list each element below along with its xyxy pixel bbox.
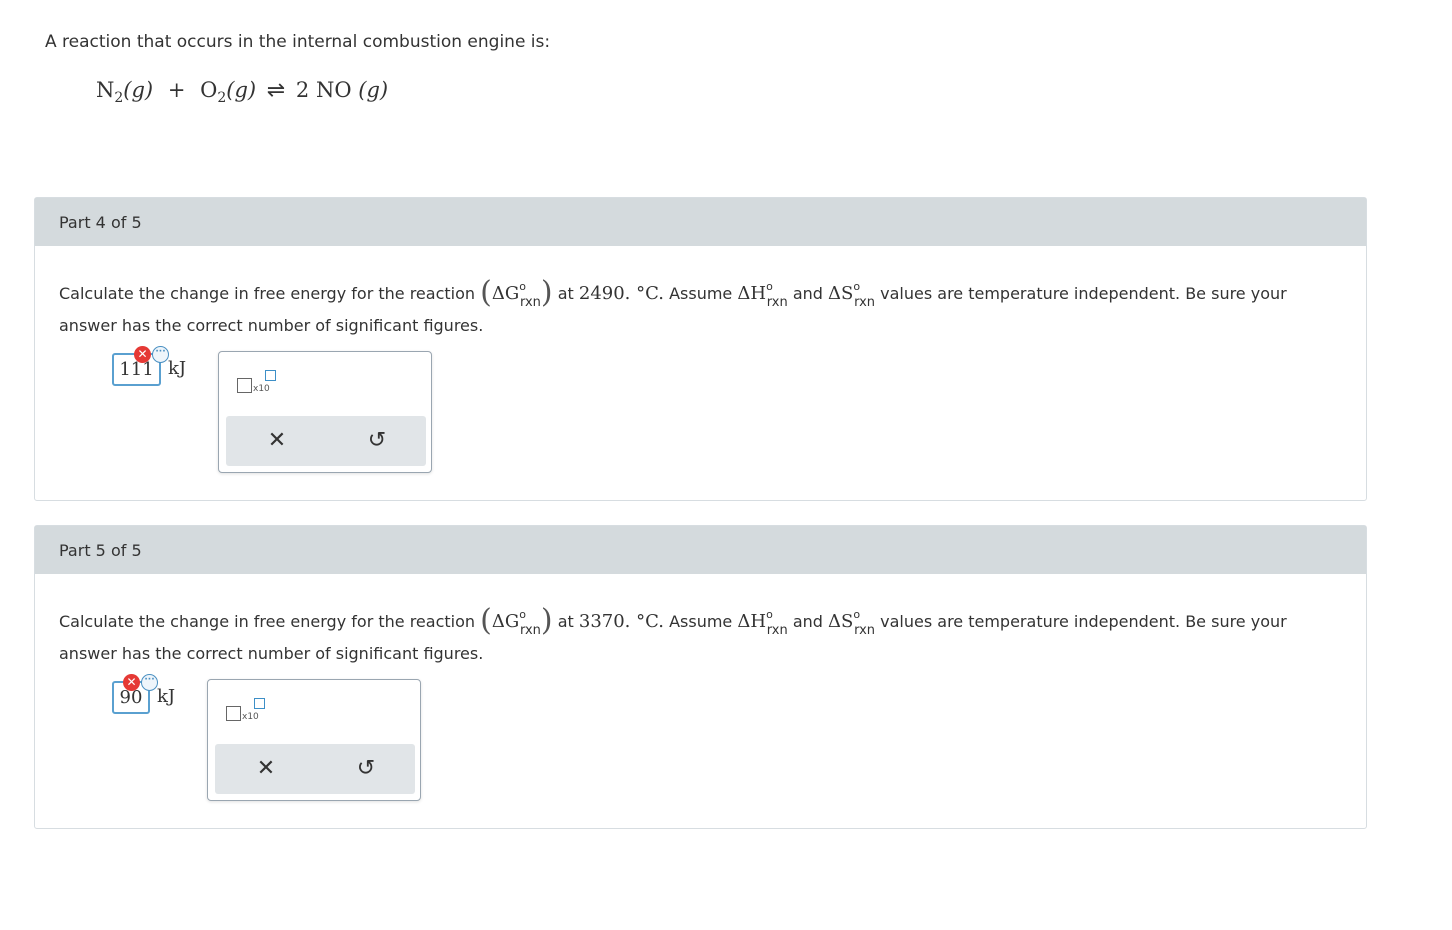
more-options-icon[interactable]: ··· — [152, 346, 169, 363]
unit-label: kJ — [157, 686, 176, 707]
undo-button[interactable]: ↺ — [362, 428, 392, 454]
math-toolbox: x10 ✕ ↺ — [218, 351, 432, 473]
clear-button[interactable]: ✕ — [251, 756, 281, 782]
toolbox-actions: ✕ ↺ — [215, 744, 415, 794]
x10-label: x10 — [253, 384, 270, 394]
scientific-notation-button[interactable]: x10 — [226, 698, 266, 728]
chemical-equation: N2(g) + O2(g) ⇌ 2 NO (g) — [96, 78, 389, 107]
toolbox-actions: ✕ ↺ — [226, 416, 426, 466]
temperature-value: 3370. °C. — [578, 611, 664, 632]
more-options-icon[interactable]: ··· — [141, 674, 158, 691]
incorrect-icon: ✕ — [123, 674, 140, 691]
part-header: Part 4 of 5 — [35, 198, 1366, 246]
problem-intro: A reaction that occurs in the internal c… — [45, 32, 551, 52]
part-5-panel: Part 5 of 5 Calculate the change in free… — [34, 525, 1367, 829]
part-4-panel: Part 4 of 5 Calculate the change in free… — [34, 197, 1367, 501]
math-toolbox: x10 ✕ ↺ — [207, 679, 421, 801]
question-text: Calculate the change in free energy for … — [59, 603, 1287, 664]
mantissa-box-icon — [237, 378, 252, 393]
exponent-box-icon — [265, 370, 276, 381]
exponent-box-icon — [254, 698, 265, 709]
incorrect-icon: ✕ — [134, 346, 151, 363]
unit-label: kJ — [168, 358, 187, 379]
clear-button[interactable]: ✕ — [262, 428, 292, 454]
question-text: Calculate the change in free energy for … — [59, 275, 1287, 336]
part-header: Part 5 of 5 — [35, 526, 1366, 574]
scientific-notation-button[interactable]: x10 — [237, 370, 277, 400]
undo-button[interactable]: ↺ — [351, 756, 381, 782]
mantissa-box-icon — [226, 706, 241, 721]
x10-label: x10 — [242, 712, 259, 722]
temperature-value: 2490. °C. — [578, 283, 664, 304]
